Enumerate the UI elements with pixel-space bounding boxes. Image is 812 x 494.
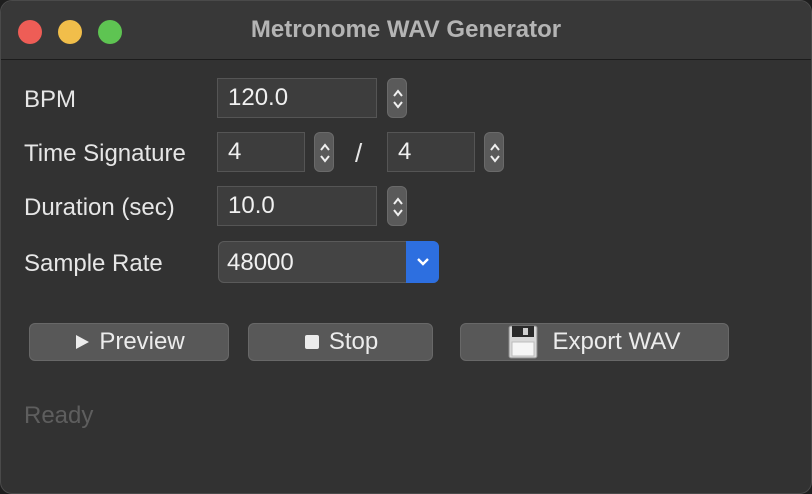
preview-button[interactable]: Preview [29, 323, 229, 361]
bpm-input[interactable]: 120.0 [217, 78, 377, 118]
time-signature-denominator-input[interactable]: 4 [387, 132, 475, 172]
app-window: Metronome WAV Generator BPM 120.0 Time S… [0, 0, 812, 494]
denominator-stepper[interactable] [484, 132, 504, 172]
time-signature-label: Time Signature [24, 140, 186, 167]
time-signature-numerator-input[interactable]: 4 [217, 132, 305, 172]
status-text: Ready [24, 402, 94, 429]
window-title: Metronome WAV Generator [250, 16, 562, 43]
select-dropdown-button[interactable] [406, 241, 439, 283]
stop-icon [304, 335, 319, 349]
chevron-down-icon [417, 258, 429, 266]
stop-button-label: Stop [328, 328, 379, 355]
play-icon [76, 335, 90, 349]
bpm-stepper[interactable] [387, 78, 407, 118]
stepper-arrows-icon [490, 143, 500, 163]
title-bar: Metronome WAV Generator [1, 1, 811, 60]
floppy-disk-icon [508, 325, 538, 359]
stop-button[interactable]: Stop [248, 323, 433, 361]
stepper-arrows-icon [393, 197, 403, 217]
duration-input[interactable]: 10.0 [217, 186, 377, 226]
duration-stepper[interactable] [387, 186, 407, 226]
bpm-label: BPM [24, 86, 77, 113]
sample-rate-select[interactable]: 48000 [218, 241, 439, 283]
numerator-stepper[interactable] [314, 132, 334, 172]
export-wav-button[interactable]: Export WAV [460, 323, 729, 361]
export-wav-button-label: Export WAV [552, 328, 681, 355]
time-signature-separator: / [355, 138, 363, 168]
stepper-arrows-icon [393, 89, 403, 109]
preview-button-label: Preview [99, 328, 185, 355]
sample-rate-value: 48000 [227, 249, 294, 276]
stepper-arrows-icon [320, 143, 330, 163]
duration-label: Duration (sec) [24, 194, 175, 221]
sample-rate-label: Sample Rate [24, 250, 163, 277]
